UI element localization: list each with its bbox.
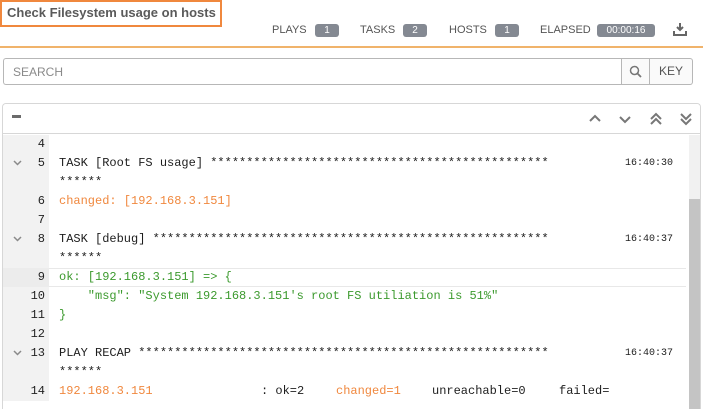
line-number: 11 (30, 308, 45, 322)
ok-result: ok: [192.168.3.151] => { (59, 270, 232, 284)
output-line: ****** (3, 173, 686, 192)
recap-ok: : ok=2 (261, 384, 305, 398)
tasks-count-badge: 2 (403, 24, 427, 37)
task-header: TASK [Root FS usage] *******************… (59, 156, 549, 170)
hosts-count-badge: 1 (495, 24, 519, 37)
download-icon[interactable] (673, 22, 687, 36)
plays-count-badge: 1 (315, 24, 339, 37)
output-toolbar (3, 104, 700, 134)
line-number: 10 (30, 289, 45, 303)
line-number: 4 (37, 137, 45, 151)
timestamp: 16:40:37 (625, 234, 674, 245)
recap-host: 192.168.3.151 (59, 384, 153, 398)
elapsed-badge: 00:00:16 (597, 24, 655, 37)
line-number: 14 (30, 384, 45, 398)
line-number: 5 (37, 156, 45, 170)
line-number: 6 (37, 194, 45, 208)
line-number: 9 (37, 270, 45, 284)
double-chevron-down-icon[interactable] (678, 111, 694, 127)
line-number: 12 (30, 327, 45, 341)
timestamp: 16:40:37 (625, 348, 674, 359)
output-line: 7 (3, 211, 686, 230)
page-title: Check Filesystem usage on hosts (0, 0, 222, 27)
output-lines: 4 5 TASK [Root FS usage] ***************… (3, 135, 686, 409)
double-chevron-up-icon[interactable] (648, 111, 664, 127)
timestamp: 16:40:30 (625, 158, 674, 169)
search-input[interactable] (3, 58, 621, 85)
key-button[interactable]: KEY (650, 58, 693, 85)
play-recap-wrap: ****** (59, 365, 103, 379)
task-header: TASK [debug] ***************************… (59, 232, 549, 246)
tasks-label: TASKS (360, 24, 396, 36)
search-button[interactable] (621, 58, 650, 85)
line-number: 7 (37, 213, 45, 227)
chevron-down-icon[interactable] (617, 111, 633, 127)
debug-msg: "msg": "System 192.168.3.151's root FS u… (59, 289, 499, 303)
output-line: 14 192.168.3.151 : ok=2 changed=1 unreac… (3, 382, 686, 401)
output-line: 6 changed: [192.168.3.151] (3, 192, 686, 211)
output-line: ****** (3, 249, 686, 268)
header-divider (0, 46, 703, 48)
hosts-label: HOSTS (449, 24, 487, 36)
recap-changed: changed=1 (336, 384, 401, 398)
changed-result: changed: [192.168.3.151] (59, 194, 232, 208)
play-recap-header: PLAY RECAP *****************************… (59, 346, 549, 360)
line-number: 8 (37, 232, 45, 246)
chevron-down-icon[interactable] (12, 233, 23, 244)
task-header-wrap: ****** (59, 251, 103, 265)
chevron-up-icon[interactable] (587, 111, 603, 127)
output-line: 5 TASK [Root FS usage] *****************… (3, 154, 686, 173)
search-icon (629, 65, 642, 78)
output-line: ****** (3, 363, 686, 382)
collapse-all-icon[interactable] (12, 115, 21, 118)
output-line: 10 "msg": "System 192.168.3.151's root F… (3, 287, 686, 306)
output-scrollbar[interactable] (689, 135, 700, 409)
chevron-down-icon[interactable] (12, 157, 23, 168)
output-line: 12 (3, 325, 686, 344)
output-line: 4 (3, 135, 686, 154)
ok-result-close: } (59, 308, 67, 322)
output-line: 11 } (3, 306, 686, 325)
recap-failed: failed= (559, 384, 610, 398)
scrollbar-thumb[interactable] (689, 199, 700, 409)
chevron-down-icon[interactable] (12, 347, 23, 358)
job-output-panel: 4 5 TASK [Root FS usage] ***************… (2, 103, 701, 409)
output-line: 8 TASK [debug] *************************… (3, 230, 686, 249)
task-header-wrap: ****** (59, 175, 103, 189)
line-number: 13 (30, 346, 45, 360)
recap-unreachable: unreachable=0 (432, 384, 526, 398)
elapsed-label: ELAPSED (540, 24, 591, 36)
output-line: 13 PLAY RECAP **************************… (3, 344, 686, 363)
plays-label: PLAYS (272, 24, 307, 36)
output-line-highlighted[interactable]: 9 ok: [192.168.3.151] => { (3, 268, 686, 287)
job-stats: PLAYS 1 TASKS 2 HOSTS 1 ELAPSED 00:00:16 (0, 24, 703, 38)
